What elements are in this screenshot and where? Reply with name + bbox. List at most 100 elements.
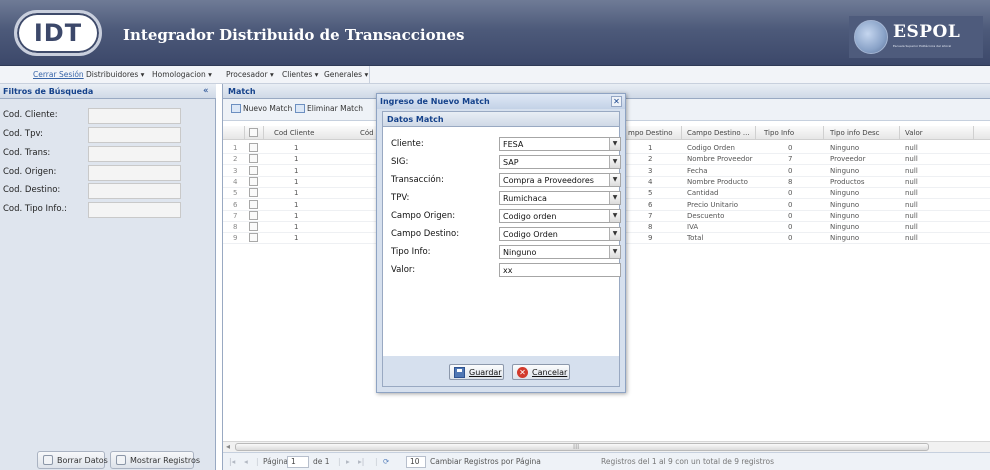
cell-valor[interactable]: null	[905, 223, 918, 231]
cell-campo-destino-desc[interactable]: Codigo Orden	[687, 144, 735, 152]
cell-campo-destino-desc[interactable]: Nombre Proveedor	[687, 155, 753, 163]
filter-input-tpv[interactable]	[88, 127, 181, 143]
field-select[interactable]: Compra a Proveedores ▼	[499, 173, 621, 187]
cell-tipo-info-desc[interactable]: Ninguno	[830, 234, 859, 242]
logout-link[interactable]: Cerrar Sesión	[33, 70, 84, 79]
collapse-icon[interactable]: «	[203, 86, 209, 96]
chevron-down-icon[interactable]: ▼	[609, 192, 620, 204]
col-valor[interactable]: Valor	[905, 129, 923, 137]
row-checkbox[interactable]	[249, 211, 258, 220]
select-all-checkbox[interactable]	[249, 128, 258, 137]
cell-tipo-info[interactable]: 7	[788, 155, 792, 163]
cell-tipo-info[interactable]: 8	[788, 178, 792, 186]
field-select[interactable]: Codigo orden ▼	[499, 209, 621, 223]
cell-tipo-info-desc[interactable]: Ninguno	[830, 167, 859, 175]
cell-cod-cliente[interactable]: 1	[294, 144, 298, 152]
new-match-button[interactable]: Nuevo Match	[231, 104, 292, 113]
cell-campo-destino[interactable]: 2	[648, 155, 652, 163]
cell-campo-destino[interactable]: 9	[648, 234, 652, 242]
filter-input-trans[interactable]	[88, 146, 181, 162]
show-records-button[interactable]: Mostrar Registros	[110, 451, 200, 469]
cell-valor[interactable]: null	[905, 234, 918, 242]
cell-valor[interactable]: null	[905, 178, 918, 186]
prev-page-icon[interactable]: ◂	[244, 457, 248, 466]
cell-tipo-info-desc[interactable]: Ninguno	[830, 144, 859, 152]
chevron-down-icon[interactable]: ▼	[609, 210, 620, 222]
cell-tipo-info[interactable]: 0	[788, 144, 792, 152]
chevron-down-icon[interactable]: ▼	[609, 246, 620, 258]
cell-campo-destino-desc[interactable]: Precio Unitario	[687, 201, 738, 209]
refresh-icon[interactable]: ⟳	[383, 457, 389, 466]
last-page-icon[interactable]: ▸|	[358, 457, 364, 466]
cell-cod-cliente[interactable]: 1	[294, 234, 298, 242]
cell-tipo-info[interactable]: 0	[788, 223, 792, 231]
cell-valor[interactable]: null	[905, 155, 918, 163]
field-select[interactable]: SAP ▼	[499, 155, 621, 169]
cell-tipo-info-desc[interactable]: Ninguno	[830, 201, 859, 209]
cell-valor[interactable]: null	[905, 201, 918, 209]
col-cod-cliente[interactable]: Cod Cliente	[274, 129, 314, 137]
cell-tipo-info-desc[interactable]: Proveedor	[830, 155, 865, 163]
chevron-down-icon[interactable]: ▼	[609, 228, 620, 240]
page-number-input[interactable]: 1	[287, 456, 309, 468]
valor-input[interactable]: xx	[499, 263, 621, 277]
filter-input-tipo-info[interactable]	[88, 202, 181, 218]
col-cod[interactable]: Cód	[360, 129, 374, 137]
cell-cod-cliente[interactable]: 1	[294, 155, 298, 163]
menu-generales[interactable]: Generales ▾	[324, 70, 368, 79]
filter-input-cliente[interactable]	[88, 108, 181, 124]
row-checkbox[interactable]	[249, 233, 258, 242]
col-tipo-info-desc[interactable]: Tipo info Desc	[830, 129, 880, 137]
col-campo-destino[interactable]: mpo Destino	[628, 129, 673, 137]
cell-campo-destino-desc[interactable]: Total	[687, 234, 703, 242]
cell-campo-destino-desc[interactable]: Nombre Producto	[687, 178, 748, 186]
cell-campo-destino-desc[interactable]: IVA	[687, 223, 698, 231]
cell-campo-destino[interactable]: 6	[648, 201, 652, 209]
row-checkbox[interactable]	[249, 200, 258, 209]
dialog-header[interactable]: Ingreso de Nuevo Match ✕	[377, 94, 625, 109]
page-size-input[interactable]: 10	[406, 456, 426, 468]
cell-campo-destino-desc[interactable]: Fecha	[687, 167, 708, 175]
row-checkbox[interactable]	[249, 166, 258, 175]
cell-valor[interactable]: null	[905, 189, 918, 197]
chevron-down-icon[interactable]: ▼	[609, 138, 620, 150]
horizontal-scrollbar[interactable]: ◂ III	[223, 441, 990, 452]
cell-cod-cliente[interactable]: 1	[294, 189, 298, 197]
menu-procesador[interactable]: Procesador ▾	[226, 70, 274, 79]
cell-tipo-info[interactable]: 0	[788, 212, 792, 220]
row-checkbox[interactable]	[249, 188, 258, 197]
delete-match-button[interactable]: Eliminar Match	[295, 104, 363, 113]
field-select[interactable]: FESA ▼	[499, 137, 621, 151]
cell-campo-destino[interactable]: 7	[648, 212, 652, 220]
cell-tipo-info-desc[interactable]: Ninguno	[830, 223, 859, 231]
menu-clientes[interactable]: Clientes ▾	[282, 70, 318, 79]
col-campo-destino-desc[interactable]: Campo Destino ...	[687, 129, 750, 137]
first-page-icon[interactable]: |◂	[229, 457, 235, 466]
cell-campo-destino[interactable]: 5	[648, 189, 652, 197]
cell-valor[interactable]: null	[905, 167, 918, 175]
cell-campo-destino-desc[interactable]: Cantidad	[687, 189, 718, 197]
cell-cod-cliente[interactable]: 1	[294, 167, 298, 175]
cell-tipo-info[interactable]: 0	[788, 234, 792, 242]
scroll-left-icon[interactable]: ◂	[226, 442, 230, 451]
cell-campo-destino-desc[interactable]: Descuento	[687, 212, 724, 220]
next-page-icon[interactable]: ▸	[346, 457, 350, 466]
chevron-down-icon[interactable]: ▼	[609, 174, 620, 186]
cell-campo-destino[interactable]: 4	[648, 178, 652, 186]
cell-tipo-info[interactable]: 0	[788, 201, 792, 209]
field-select[interactable]: Ninguno ▼	[499, 245, 621, 259]
chevron-down-icon[interactable]: ▼	[609, 156, 620, 168]
field-select[interactable]: Codigo Orden ▼	[499, 227, 621, 241]
cell-valor[interactable]: null	[905, 212, 918, 220]
row-checkbox[interactable]	[249, 143, 258, 152]
cell-valor[interactable]: null	[905, 144, 918, 152]
cell-cod-cliente[interactable]: 1	[294, 223, 298, 231]
col-tipo-info[interactable]: Tipo Info	[764, 129, 794, 137]
filter-input-origen[interactable]	[88, 165, 181, 181]
clear-data-button[interactable]: Borrar Datos	[37, 451, 108, 469]
cell-campo-destino[interactable]: 3	[648, 167, 652, 175]
menu-distribuidores[interactable]: Distribuidores ▾	[86, 70, 144, 79]
cell-tipo-info[interactable]: 0	[788, 189, 792, 197]
row-checkbox[interactable]	[249, 177, 258, 186]
field-select[interactable]: Rumichaca ▼	[499, 191, 621, 205]
